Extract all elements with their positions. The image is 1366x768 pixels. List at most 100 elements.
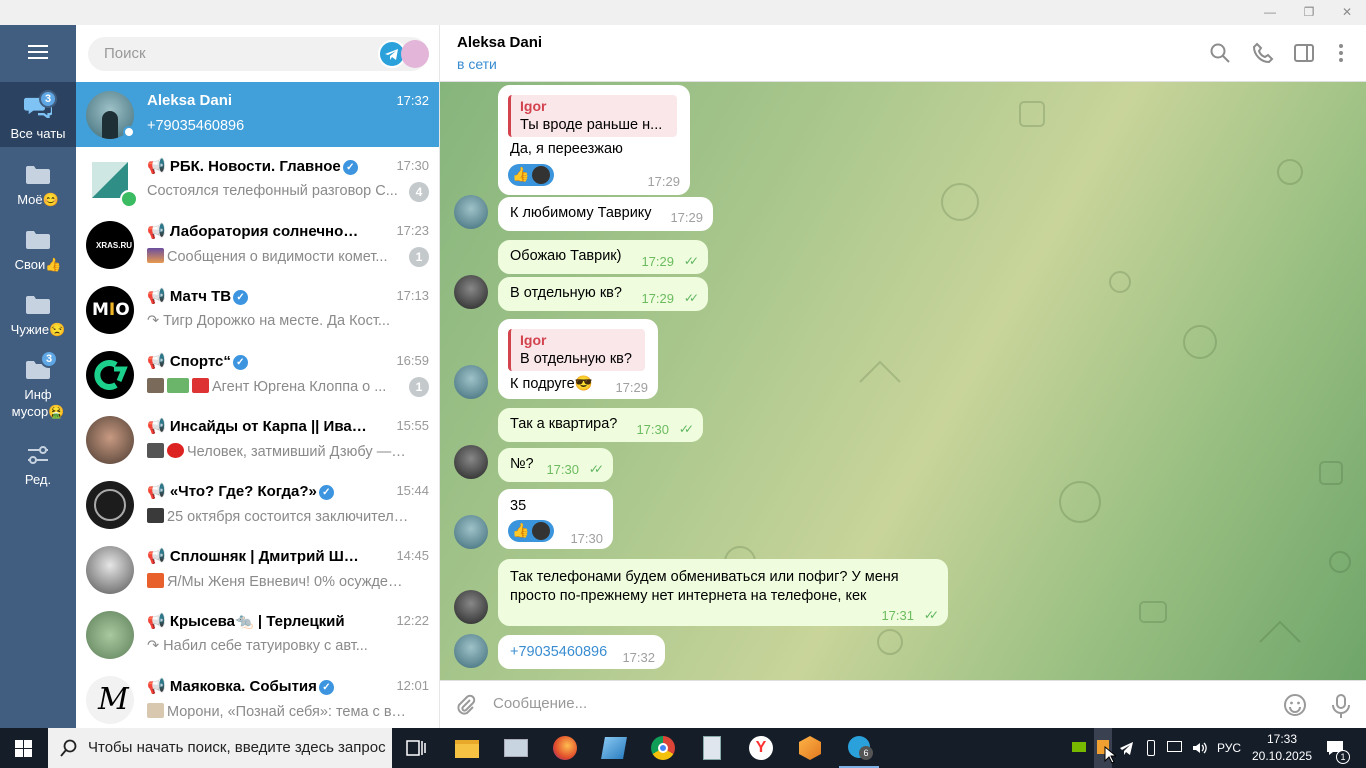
menu-icon[interactable] (28, 45, 48, 59)
verified-icon: ✓ (233, 290, 249, 305)
folder-own[interactable]: Свои👍 (0, 220, 76, 285)
reply-quote[interactable]: Igor В отдельную кв? (508, 329, 645, 371)
chrome-icon[interactable] (639, 728, 687, 768)
chat-item[interactable]: 📢 РБК. Новости. Главное ✓ 17:30 Состоялся… (76, 147, 439, 212)
search-input[interactable]: Поиск (88, 37, 428, 71)
unread-badge: 1 (409, 377, 429, 397)
sidebar-toggle-icon[interactable] (1293, 42, 1315, 64)
clock[interactable]: 17:33 20.10.2025 (1252, 728, 1312, 768)
avatar: XRAS.RU (86, 221, 134, 269)
message-incoming[interactable]: Igor Ты вроде раньше н... Да, я переезжа… (498, 85, 690, 195)
telegram-tray-icon[interactable] (1118, 728, 1136, 768)
avatar: MIO (86, 286, 134, 334)
file-explorer-icon[interactable] (443, 728, 491, 768)
chat-time: 17:23 (396, 223, 429, 238)
message-incoming[interactable]: 35 👍 17:30 (498, 489, 613, 549)
app-icon[interactable] (590, 728, 638, 768)
phone-icon[interactable] (1252, 42, 1274, 64)
chat-item[interactable]: MIO 📢 Матч ТВ ✓ 17:13 ↷ Тигр Дорожко на м… (76, 277, 439, 342)
reaction-badge[interactable]: 👍 (508, 520, 554, 542)
calculator-icon[interactable] (688, 728, 736, 768)
message-text: В отдельную кв? (510, 285, 622, 301)
sender-avatar[interactable] (454, 515, 488, 549)
chat-name: 📢 Спортс“ ✓ (147, 352, 367, 370)
folder-foreign[interactable]: Чужие😒 (0, 285, 76, 350)
read-ticks-icon: ✓✓ (678, 422, 694, 436)
app-icon[interactable] (786, 728, 834, 768)
attach-icon[interactable] (454, 694, 476, 716)
chat-title[interactable]: Aleksa Dani (457, 34, 542, 51)
yandex-browser-icon[interactable]: Y (737, 728, 785, 768)
task-view-icon[interactable] (392, 728, 440, 768)
more-icon[interactable] (1330, 42, 1352, 64)
chat-name: 📢 Матч ТВ ✓ (147, 287, 367, 305)
nvidia-icon[interactable] (1070, 728, 1088, 768)
message-outgoing[interactable]: В отдельную кв? 17:29 ✓✓ (498, 277, 708, 311)
chat-preview: Сообщения о видимости комет... (147, 248, 409, 265)
sender-avatar[interactable] (454, 634, 488, 668)
avatar (86, 546, 134, 594)
bot-icon[interactable] (401, 40, 429, 68)
usb-icon[interactable] (1142, 728, 1160, 768)
chat-item[interactable]: M 📢 Маяковка. События ✓ 12:01 Морони, «По… (76, 667, 439, 732)
microphone-icon[interactable] (1330, 693, 1352, 719)
message-outgoing[interactable]: Так а квартира? 17:30 ✓✓ (498, 408, 703, 442)
search-icon[interactable] (1209, 42, 1231, 64)
notifications-icon[interactable]: 1 (1322, 728, 1350, 768)
chat-item[interactable]: 📢 Крысева🐀 | Терлецкий 12:22 ↷ Набил себ… (76, 602, 439, 667)
chat-name: 📢 «Что? Где? Когда?» ✓ (147, 482, 367, 500)
folder-all-chats[interactable]: 3 Все чаты (0, 82, 76, 147)
chat-item[interactable]: Aleksa Dani 17:32 +79035460896 (76, 82, 439, 147)
chat-item[interactable]: 📢 «Что? Где? Когда?» ✓ 15:44 25 октября с… (76, 472, 439, 537)
message-time: 17:29 (670, 210, 703, 225)
folder-edit[interactable]: Ред. (0, 435, 76, 500)
chat-item[interactable]: 📢 Сплошняк | Дмитрий Шнякин 14:45 Я/Мы Ж… (76, 537, 439, 602)
reply-quote[interactable]: Igor Ты вроде раньше н... (508, 95, 677, 137)
message-input[interactable]: Сообщение... (493, 695, 587, 712)
folder-label: Чужие😒 (10, 322, 66, 337)
folder-mine[interactable]: Моё😊 (0, 155, 76, 220)
chat-time: 17:30 (396, 158, 429, 173)
reaction-badge[interactable]: 👍 (508, 164, 554, 186)
message-outgoing[interactable]: Так телефонами будем обмениваться или по… (498, 559, 948, 626)
sender-avatar[interactable] (454, 445, 488, 479)
sender-avatar[interactable] (454, 590, 488, 624)
photos-app-icon[interactable] (492, 728, 540, 768)
sender-avatar[interactable] (454, 365, 488, 399)
message-time: 17:30 (546, 462, 579, 477)
windows-start-icon[interactable] (15, 740, 32, 757)
folder-info-trash[interactable]: 3 Инф мусор🤮 (0, 350, 76, 425)
close-button[interactable]: ✕ (1329, 0, 1365, 25)
chat-header: Aleksa Dani в сети (440, 25, 1366, 82)
emoji-icon[interactable] (1283, 693, 1307, 717)
phone-link[interactable]: +79035460896 (510, 644, 607, 660)
message-outgoing[interactable]: №? 17:30 ✓✓ (498, 448, 613, 482)
chat-item[interactable]: 📢 Инсайды от Карпа || Иван К... 15:55 Че… (76, 407, 439, 472)
sender-avatar[interactable] (454, 195, 488, 229)
network-icon[interactable] (1166, 728, 1184, 768)
taskbar-search[interactable]: Чтобы начать поиск, введите здесь запрос (48, 728, 392, 768)
message-outgoing[interactable]: Обожаю Таврик) 17:29 ✓✓ (498, 240, 708, 274)
restore-button[interactable]: ❐ (1291, 0, 1327, 25)
message-incoming[interactable]: К любимому Таврику 17:29 (498, 197, 713, 231)
folder-label: Моё😊 (17, 192, 59, 207)
chat-status: в сети (457, 56, 497, 72)
language-indicator[interactable]: РУС (1217, 728, 1247, 768)
read-ticks-icon: ✓✓ (923, 608, 939, 622)
firefox-icon[interactable] (541, 728, 589, 768)
message-text: 35 (510, 498, 527, 514)
sender-avatar[interactable] (454, 275, 488, 309)
message-incoming[interactable]: +79035460896 17:32 (498, 635, 665, 669)
telegram-taskbar-icon[interactable]: 6 (835, 728, 883, 768)
message-time: 17:29 (641, 254, 674, 269)
telegram-window: — ❐ ✕ 3 Все чаты Моё😊 Свои👍 Чужие😒 3 Инф… (0, 0, 1366, 768)
taskbar-search-text: Чтобы начать поиск, введите здесь запрос (88, 739, 386, 756)
volume-icon[interactable] (1190, 728, 1208, 768)
chat-item[interactable]: XRAS.RU 📢 Лаборатория солнечной аст... 1… (76, 212, 439, 277)
chat-item[interactable]: 📢 Спортс“ ✓ 16:59 Агент Юргена Клоппа о .… (76, 342, 439, 407)
minimize-button[interactable]: — (1252, 0, 1288, 25)
avatar (86, 481, 134, 529)
chat-preview: Агент Юргена Клоппа о ... (147, 378, 409, 395)
chat-name: 📢 Инсайды от Карпа || Иван К... (147, 418, 367, 435)
message-incoming[interactable]: Igor В отдельную кв? К подруге😎 17:29 (498, 319, 658, 399)
